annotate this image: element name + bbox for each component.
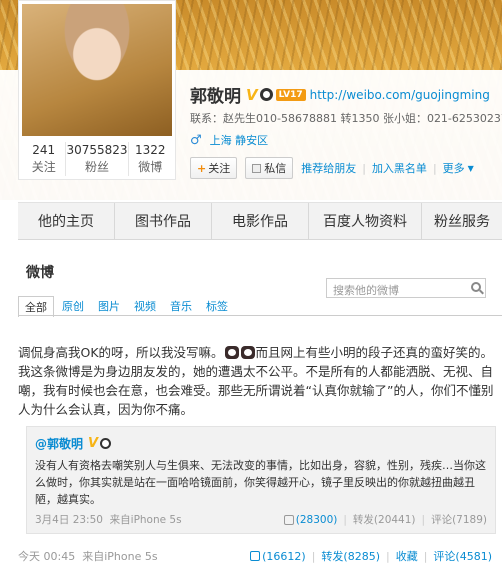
tab-books[interactable]: 图书作品 — [115, 203, 212, 241]
panda-icon[interactable] — [259, 88, 273, 101]
search-input[interactable]: 搜索他的微博 — [326, 278, 486, 298]
feed-filters: 全部 原创 图片 视频 音乐 标签 — [18, 296, 236, 317]
search-placeholder: 搜索他的微博 — [333, 284, 399, 297]
verified-icon[interactable]: V — [246, 86, 258, 104]
filter-video[interactable]: 视频 — [128, 296, 162, 317]
level-badge[interactable]: LV17 — [275, 88, 306, 101]
post-actions: (16612) | 转发(8285) | 收藏 | 评论(4581) — [250, 548, 492, 564]
message-label: 私信 — [264, 162, 287, 175]
quoted-post: @郭敬明 V 没有人有资格去嘲笑别人与生俱来、无法改变的事情，比如出身，容貌，性… — [26, 426, 496, 534]
avatar[interactable] — [22, 4, 172, 136]
more-link[interactable]: 更多 — [443, 160, 465, 176]
follow-label: 关注 — [208, 162, 231, 175]
filter-music[interactable]: 音乐 — [164, 296, 198, 317]
quoted-source[interactable]: 来自iPhone 5s — [110, 514, 182, 526]
tab-films[interactable]: 电影作品 — [212, 203, 309, 241]
filter-tags[interactable]: 标签 — [200, 296, 234, 317]
panda-icon[interactable] — [100, 438, 112, 449]
profile-url-link[interactable]: http://weibo.com/guojingming — [310, 88, 490, 102]
chevron-down-icon[interactable]: ▼ — [468, 164, 474, 173]
panda-emoji-icon — [224, 346, 239, 359]
divider: | — [343, 513, 347, 526]
divider: | — [423, 549, 428, 563]
post-meta: 今天 00:45 来自iPhone 5s — [18, 548, 158, 564]
stat-label: 微博 — [138, 160, 163, 174]
profile-name-row: 郭敬明 V LV17 http://weibo.com/guojingming — [190, 82, 490, 108]
follow-button[interactable]: + 关注 — [190, 157, 238, 179]
quoted-meta: 3月4日 23:50 来自iPhone 5s — [35, 512, 182, 527]
search-icon[interactable] — [471, 282, 481, 292]
post-likes[interactable]: (16612) — [262, 550, 306, 563]
post-body: 调侃身高我OK的呀，所以我没写嘛。 而且网上有些小明的段子还真的蛮好笑的。我这条微… — [18, 343, 498, 419]
divider — [18, 315, 502, 316]
post-source[interactable]: 来自iPhone 5s — [82, 550, 157, 563]
stat-value: 241 — [32, 143, 56, 157]
feed-title: 微博 — [26, 265, 54, 281]
stat-value: 1322 — [135, 143, 166, 157]
avatar-card: 241 关注 30755823 粉丝 1322 微博 — [18, 0, 176, 180]
tab-baidu-profile[interactable]: 百度人物资料 — [309, 203, 422, 241]
post-time-link[interactable]: 今天 00:45 — [18, 550, 75, 563]
location-row: ♂ 上海 静安区 — [190, 132, 274, 148]
profile-name: 郭敬明 — [190, 87, 241, 107]
stat-label: 粉丝 — [85, 160, 110, 174]
quoted-likes[interactable]: (28300) — [296, 514, 338, 526]
quoted-author-name[interactable]: @郭敬明 — [35, 435, 83, 452]
stat-value: 30755823 — [66, 143, 128, 157]
post-text-part: 调侃身高我OK的呀，所以我没写嘛。 — [18, 345, 224, 360]
divider: | — [421, 513, 426, 526]
stat-posts[interactable]: 1322 微博 — [129, 142, 172, 176]
filter-original[interactable]: 原创 — [56, 296, 90, 317]
like-icon[interactable] — [250, 551, 261, 561]
quoted-author[interactable]: @郭敬明 V — [35, 435, 112, 452]
stat-followers[interactable]: 30755823 粉丝 — [66, 142, 129, 176]
verified-icon[interactable]: V — [88, 436, 98, 451]
male-icon: ♂ — [190, 132, 202, 148]
divider: | — [432, 161, 437, 175]
quoted-repost[interactable]: 转发(20441) — [353, 512, 416, 527]
location-link[interactable]: 上海 静安区 — [210, 132, 269, 148]
blacklist-link[interactable]: 加入黑名单 — [372, 160, 427, 176]
stat-label: 关注 — [31, 160, 56, 174]
plus-icon: + — [197, 161, 207, 175]
post-favorite[interactable]: 收藏 — [396, 548, 418, 564]
divider: | — [362, 161, 366, 175]
quoted-time-link[interactable]: 3月4日 23:50 — [35, 514, 103, 526]
like-icon[interactable] — [283, 514, 294, 525]
post-comment[interactable]: 评论(4581) — [433, 548, 492, 564]
stat-following[interactable]: 241 关注 — [22, 142, 67, 176]
filter-images[interactable]: 图片 — [92, 296, 126, 317]
panda-emoji-icon — [240, 346, 255, 359]
tab-fan-service[interactable]: 粉丝服务 — [422, 203, 502, 241]
divider: | — [385, 549, 390, 563]
profile-actions: + 关注 私信 推荐给朋友 | 加入黑名单 | 更多 ▼ — [190, 157, 474, 179]
quoted-comment[interactable]: 评论(7189) — [431, 512, 487, 527]
quoted-text: 没有人有资格去嘲笑别人与生俱来、无法改变的事情，比如出身，容貌，性别，残疾…当你… — [35, 459, 486, 506]
contact-info: 联系：赵先生010-58678881 转1350 张小姐：021-6253023… — [190, 112, 502, 125]
feed: 微博 搜索他的微博 全部 原创 图片 视频 音乐 标签 调侃身高我OK的呀，所以… — [18, 240, 502, 566]
message-icon — [252, 163, 262, 173]
post-repost[interactable]: 转发(8285) — [321, 548, 380, 564]
quoted-actions: (28300) | 转发(20441) | 评论(7189) — [283, 512, 487, 527]
tab-home[interactable]: 他的主页 — [18, 203, 115, 241]
profile-stats: 241 关注 30755823 粉丝 1322 微博 — [22, 142, 172, 176]
message-button[interactable]: 私信 — [245, 157, 294, 179]
recommend-link[interactable]: 推荐给朋友 — [301, 160, 356, 176]
profile-tabs: 他的主页 图书作品 电影作品 百度人物资料 粉丝服务 — [18, 202, 502, 241]
divider: | — [311, 549, 316, 563]
filter-all[interactable]: 全部 — [18, 296, 54, 317]
